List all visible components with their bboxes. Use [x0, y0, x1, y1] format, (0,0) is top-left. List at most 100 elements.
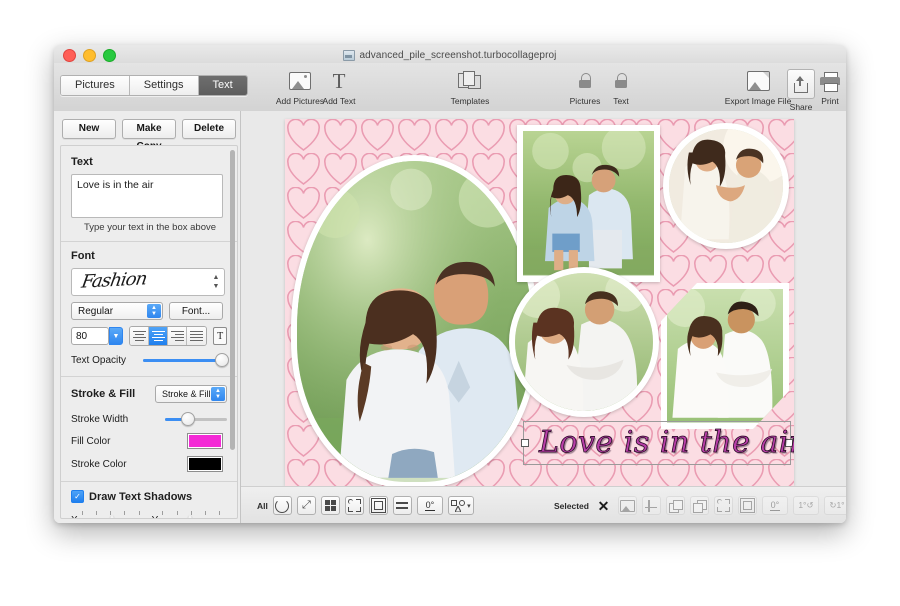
stroke-color-row: Stroke Color	[71, 456, 227, 472]
print-label: Print	[821, 96, 838, 106]
export-image-icon	[747, 69, 770, 93]
text-input-hint: Type your text in the box above	[71, 222, 229, 233]
delete-x-icon-button[interactable]: ✕	[594, 496, 613, 515]
text-input[interactable]: Love is in the air	[71, 174, 223, 218]
bring-forward-icon-button[interactable]	[666, 496, 685, 515]
align-center-button[interactable]	[149, 327, 168, 345]
photo-image	[515, 273, 653, 411]
shadow-xy-row: X Y	[71, 511, 227, 519]
chevron-updown-icon: ▲▼	[212, 274, 220, 290]
add-pictures-icon	[289, 69, 311, 93]
crop-icon-button[interactable]	[642, 496, 661, 515]
stroke-fill-header-row: Stroke & Fill Stroke & Fill ▲▼	[71, 385, 227, 403]
stroke-fill-section: Stroke & Fill Stroke & Fill ▲▼ Stroke Wi…	[61, 377, 237, 472]
add-text-button[interactable]: T Add Text	[317, 69, 361, 106]
window-title-text: advanced_pile_screenshot.turbocollagepro…	[359, 50, 556, 61]
text-style-button[interactable]: T	[213, 327, 227, 345]
stroke-fill-mode-select[interactable]: Stroke & Fill ▲▼	[155, 385, 227, 403]
replace-image-icon-button[interactable]	[618, 496, 637, 515]
photo-couple-laughing-circle[interactable]	[663, 123, 789, 249]
expand-arrows-icon-button[interactable]: ⤢	[297, 496, 316, 515]
fit-frame-icon-button[interactable]	[714, 496, 733, 515]
chevron-updown-icon: ▲▼	[147, 304, 161, 318]
photo-couple-dance-hexagon[interactable]	[661, 283, 789, 429]
text-opacity-slider[interactable]	[143, 353, 227, 367]
lock-text-label: Text	[613, 96, 629, 106]
stroke-fill-title: Stroke & Fill	[71, 388, 135, 400]
add-text-icon: T	[333, 69, 346, 93]
angle-zero-icon-button[interactable]: 0°	[762, 496, 788, 515]
collage-overlay-text[interactable]: Love is in the air	[539, 425, 794, 460]
print-icon	[820, 69, 840, 93]
photo-couple-walking-rect[interactable]	[517, 125, 660, 282]
angle-zero-icon-button[interactable]: 0°	[417, 496, 443, 515]
fill-color-swatch[interactable]	[187, 433, 223, 449]
font-family-name: Fashion	[80, 268, 148, 292]
text-panel-sidebar: New Make Copy Delete Text Love is in the…	[54, 111, 241, 523]
tab-pictures[interactable]: Pictures	[61, 76, 130, 95]
font-dialog-button[interactable]: Font...	[169, 302, 223, 320]
screenshot-root: advanced_pile_screenshot.turbocollagepro…	[0, 0, 900, 606]
stroke-width-row: Stroke Width	[71, 412, 227, 426]
font-family-picker[interactable]: Fashion ▲▼	[71, 268, 225, 296]
lock-text-button[interactable]: Text	[606, 69, 636, 106]
text-opacity-row: Text Opacity	[71, 353, 227, 367]
print-button[interactable]: Print	[814, 69, 846, 106]
templates-label: Templates	[451, 96, 490, 106]
send-backward-icon-button[interactable]	[690, 496, 709, 515]
object-action-buttons: New Make Copy Delete	[62, 119, 236, 139]
align-right-button[interactable]	[168, 327, 187, 345]
tab-settings[interactable]: Settings	[130, 76, 199, 95]
selection-handle-left[interactable]	[521, 439, 529, 447]
fit-frame-icon-button[interactable]	[345, 496, 364, 515]
stroke-color-label: Stroke Color	[71, 459, 181, 470]
templates-button[interactable]: Templates	[442, 69, 498, 106]
shapes-icon-button[interactable]: ▾	[448, 496, 474, 515]
fill-color-label: Fill Color	[71, 436, 181, 447]
add-text-label: Add Text	[323, 96, 356, 106]
templates-icon	[458, 69, 482, 93]
delete-button[interactable]: Delete	[182, 119, 236, 139]
fill-frame-icon-button[interactable]	[369, 496, 388, 515]
photo-image	[667, 289, 783, 421]
font-section: Font Fashion ▲▼ Regular ▲▼ Font...	[61, 242, 237, 367]
window-title: advanced_pile_screenshot.turbocollagepro…	[54, 47, 846, 63]
align-left-button[interactable]	[130, 327, 149, 345]
draw-text-shadows-checkbox[interactable]: ✓	[71, 490, 84, 503]
equalize-icon-button[interactable]	[393, 496, 412, 515]
rotate-ccw-icon-button[interactable]: 1°↺	[793, 496, 819, 515]
align-justify-button[interactable]	[187, 327, 206, 345]
stroke-color-swatch[interactable]	[187, 456, 223, 472]
font-style-select[interactable]: Regular ▲▼	[71, 302, 163, 320]
photo-couple-hug-circle[interactable]	[509, 267, 659, 417]
stroke-width-slider[interactable]	[165, 412, 227, 426]
grid-icon-button[interactable]	[321, 496, 340, 515]
stroke-fill-mode-value: Stroke & Fill	[162, 389, 211, 399]
font-size-input[interactable]: 80	[71, 327, 109, 345]
shadow-x-slider[interactable]	[82, 511, 140, 519]
draw-text-shadows-label: Draw Text Shadows	[89, 491, 192, 503]
make-copy-button[interactable]: Make Copy	[122, 119, 176, 139]
collage-canvas[interactable]: Love is in the air	[241, 111, 846, 523]
photo-couple-large-oval[interactable]	[291, 155, 538, 486]
shadow-y-slider[interactable]	[162, 511, 220, 519]
rotate-cw-icon-button[interactable]: ↻1°	[824, 496, 846, 515]
fill-color-row: Fill Color	[71, 433, 227, 449]
draw-text-shadows-row[interactable]: ✓ Draw Text Shadows	[71, 490, 227, 503]
fill-frame-icon-button[interactable]	[738, 496, 757, 515]
all-label: All	[257, 501, 268, 511]
collage-document[interactable]: Love is in the air	[285, 119, 794, 486]
lock-pictures-label: Pictures	[570, 96, 601, 106]
document-icon	[343, 50, 355, 61]
new-button[interactable]: New	[62, 119, 116, 139]
shadow-x-label: X	[71, 515, 78, 520]
lock-pictures-button[interactable]: Pictures	[566, 69, 604, 106]
rotate-ring-icon-button[interactable]	[273, 496, 292, 515]
font-size-dropdown-icon[interactable]: ▼	[109, 327, 123, 345]
chevron-updown-icon: ▲▼	[211, 387, 225, 401]
photo-image	[669, 129, 783, 243]
tab-text[interactable]: Text	[199, 76, 247, 95]
text-section: Text Love is in the air Type your text i…	[61, 146, 237, 233]
object-toolbar: All ⤢ 0°	[241, 486, 846, 523]
selected-label: Selected	[554, 501, 589, 511]
